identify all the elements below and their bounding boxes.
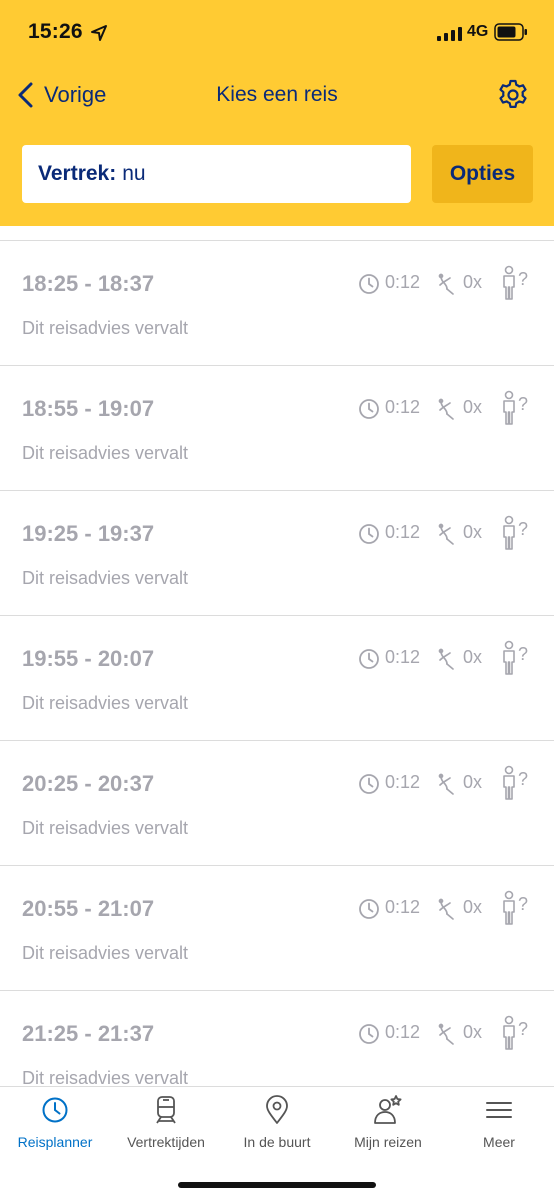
trip-crowding: ?: [518, 1019, 529, 1039]
trip-list[interactable]: 18:25 - 18:37 Dit reisadvies vervalt 0:1…: [0, 226, 554, 1086]
network-type: 4G: [467, 23, 489, 40]
trip-row[interactable]: 20:55 - 21:07 Dit reisadvies vervalt 0:1…: [0, 866, 554, 991]
page-title: Kies een reis: [216, 83, 338, 106]
departure-value: nu: [122, 162, 146, 185]
trip-time-range: 21:25 - 21:37: [22, 1021, 155, 1046]
trip-status: Dit reisadvies vervalt: [22, 693, 189, 713]
trip-time-range: 18:55 - 19:07: [22, 396, 155, 421]
tab-label: Mijn reizen: [354, 1134, 422, 1150]
trip-duration: 0:12: [385, 647, 421, 667]
trip-row[interactable]: 19:25 - 19:37 Dit reisadvies vervalt 0:1…: [0, 491, 554, 616]
menu-icon: [486, 1102, 512, 1118]
trip-status: Dit reisadvies vervalt: [22, 818, 189, 838]
tab-meer[interactable]: Meer: [444, 1087, 554, 1157]
trip-status: Dit reisadvies vervalt: [22, 318, 189, 338]
trip-transfers: 0x: [463, 397, 483, 417]
trip-transfers: 0x: [463, 772, 483, 792]
trip-row[interactable]: 18:25 - 18:37 Dit reisadvies vervalt 0:1…: [0, 241, 554, 366]
tab-reisplanner[interactable]: Reisplanner: [0, 1087, 110, 1157]
trip-status: Dit reisadvies vervalt: [22, 943, 189, 963]
train-icon: [156, 1096, 176, 1124]
tab-label: Meer: [483, 1134, 515, 1150]
trip-row[interactable]: 19:55 - 20:07 Dit reisadvies vervalt 0:1…: [0, 616, 554, 741]
tab-label: Vertrektijden: [127, 1134, 205, 1150]
trip-transfers: 0x: [463, 272, 483, 292]
clock-icon: [359, 1024, 379, 1044]
transfer-icon: [438, 773, 454, 795]
trip-row[interactable]: 20:25 - 20:37 Dit reisadvies vervalt 0:1…: [0, 741, 554, 866]
transfer-icon: [438, 898, 454, 920]
clock-icon: [359, 649, 379, 669]
clock-icon: [359, 774, 379, 794]
transfer-icon: [438, 273, 454, 295]
trip-duration: 0:12: [385, 397, 421, 417]
options-button[interactable]: Opties: [432, 145, 533, 203]
trip-status: Dit reisadvies vervalt: [22, 1068, 189, 1086]
transfer-icon: [438, 523, 454, 545]
status-bar: 15:26 4G: [0, 0, 554, 66]
trip-crowding: ?: [518, 644, 529, 664]
trip-time-range: 20:25 - 20:37: [22, 771, 155, 796]
clock-icon: [359, 524, 379, 544]
trip-transfers: 0x: [463, 1022, 483, 1042]
departure-time-field[interactable]: Vertrek: nu: [22, 145, 411, 203]
tab-mijn-reizen[interactable]: Mijn reizen: [333, 1087, 443, 1157]
status-time: 15:26: [28, 20, 83, 43]
trip-transfers: 0x: [463, 897, 483, 917]
nav-bar: Vorige Kies een reis: [0, 72, 554, 118]
trip-crowding: ?: [518, 519, 529, 539]
trip-row[interactable]: 18:55 - 19:07 Dit reisadvies vervalt 0:1…: [0, 366, 554, 491]
trip-time-range: 19:55 - 20:07: [22, 646, 155, 671]
trip-duration: 0:12: [385, 522, 421, 542]
trip-crowding: ?: [518, 769, 529, 789]
trip-time-range: 19:25 - 19:37: [22, 521, 155, 546]
trip-transfers: 0x: [463, 522, 483, 542]
trip-time-range: 20:55 - 21:07: [22, 896, 155, 921]
trip-time-range: 18:25 - 18:37: [22, 271, 155, 296]
user-star-icon: [374, 1095, 402, 1124]
screen: 15:26 4G Vorige Kies een reis Vertrek: n…: [0, 0, 554, 1200]
trip-status: Dit reisadvies vervalt: [22, 568, 189, 588]
trip-status: Dit reisadvies vervalt: [22, 443, 189, 463]
header: 15:26 4G Vorige Kies een reis Vertrek: n…: [0, 0, 554, 226]
trip-crowding: ?: [518, 269, 529, 289]
tab-in-de-buurt[interactable]: In de buurt: [222, 1087, 332, 1157]
location-arrow-icon: [91, 25, 107, 41]
clock-icon: [359, 274, 379, 294]
trip-crowding: ?: [518, 394, 529, 414]
transfer-icon: [438, 398, 454, 420]
battery-icon: [494, 23, 527, 41]
gear-icon[interactable]: [496, 78, 530, 112]
trip-crowding: ?: [518, 894, 529, 914]
location-pin-icon: [266, 1095, 288, 1124]
transfer-icon: [438, 648, 454, 670]
trip-row[interactable]: 21:25 - 21:37 Dit reisadvies vervalt 0:1…: [0, 991, 554, 1086]
tab-vertrektijden[interactable]: Vertrektijden: [111, 1087, 221, 1157]
transfer-icon: [438, 1023, 454, 1045]
clock-icon: [359, 399, 379, 419]
trip-duration: 0:12: [385, 897, 421, 917]
departure-label: Vertrek:: [38, 162, 117, 185]
signal-icon: [437, 27, 462, 41]
trip-transfers: 0x: [463, 647, 483, 667]
trip-duration: 0:12: [385, 1022, 421, 1042]
clock-icon: [359, 899, 379, 919]
tab-label: Reisplanner: [17, 1134, 93, 1150]
trip-duration: 0:12: [385, 272, 421, 292]
clock-icon: [42, 1097, 68, 1123]
home-indicator: [178, 1182, 376, 1188]
tab-label: In de buurt: [243, 1134, 311, 1150]
trip-duration: 0:12: [385, 772, 421, 792]
